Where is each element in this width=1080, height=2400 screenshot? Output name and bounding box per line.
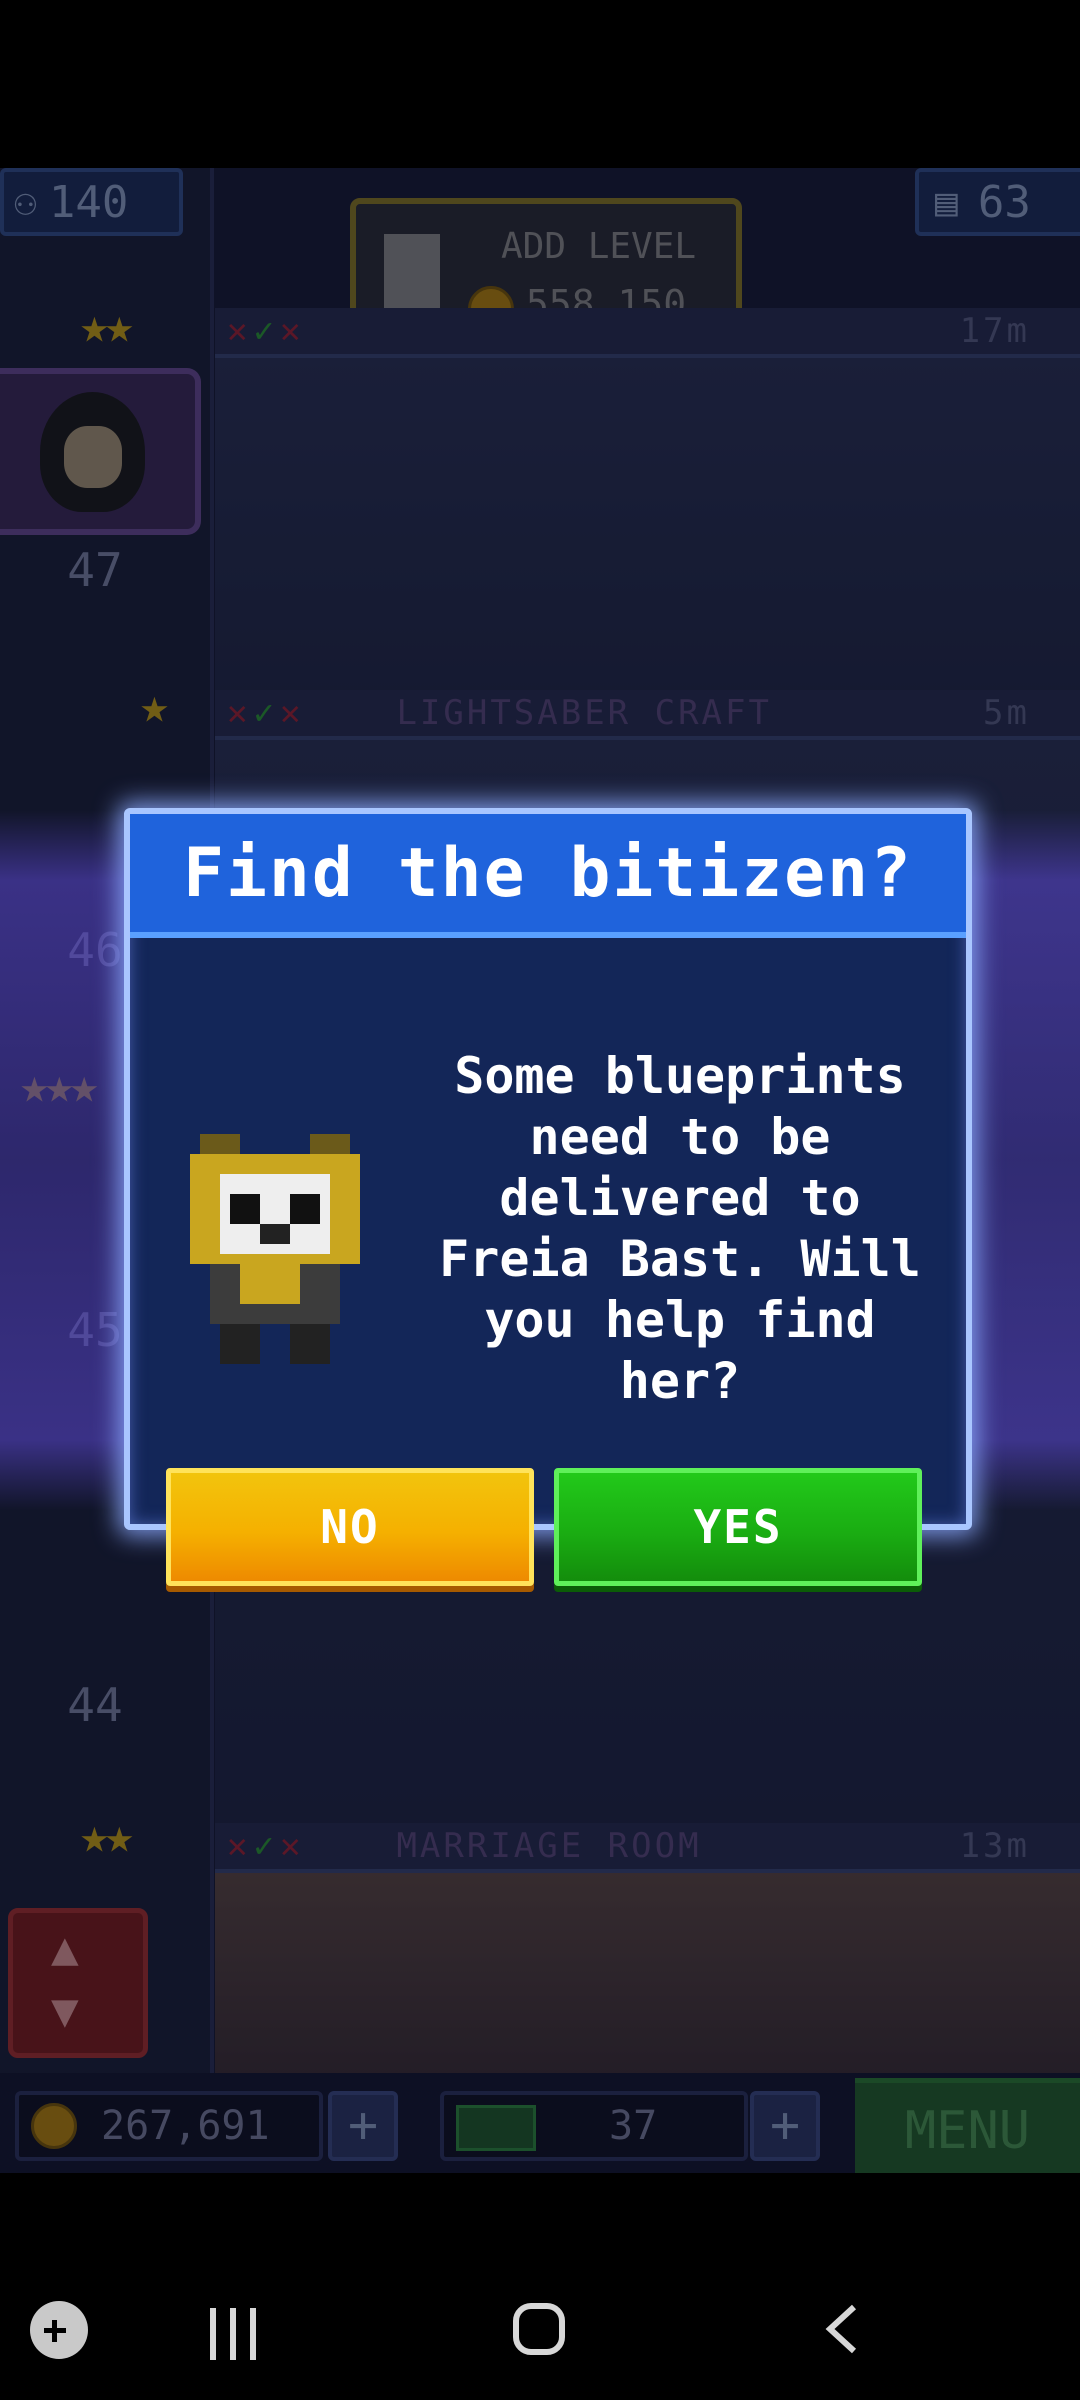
find-bitizen-dialog: Find the bitizen? Some blueprints need t… [124,808,972,1530]
android-navigation-bar [0,2173,1080,2400]
game-launcher-icon[interactable] [30,2301,88,2359]
back-icon[interactable] [822,2303,862,2355]
home-icon[interactable] [513,2303,565,2355]
yes-button[interactable]: YES [554,1468,922,1586]
dialog-title: Find the bitizen? [130,814,966,938]
no-button[interactable]: NO [166,1468,534,1586]
dialog-message: Some blueprints need to be delivered to … [439,1047,921,1410]
recent-apps-icon[interactable] [210,2308,270,2360]
panda-bitizen-icon [190,1134,360,1364]
